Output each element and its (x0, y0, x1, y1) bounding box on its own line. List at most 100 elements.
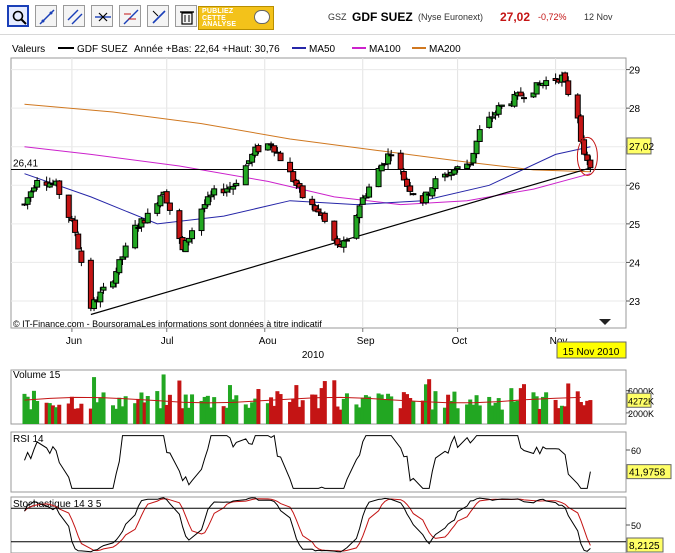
volume-bar (256, 389, 261, 424)
volume-bar (212, 397, 217, 424)
candle-down (277, 152, 284, 162)
candle-up (24, 197, 31, 205)
candle-up (454, 166, 461, 170)
hline-label: 26,41 (13, 158, 38, 169)
pencil-icon (152, 10, 166, 24)
candle-down (321, 212, 328, 222)
candle-up (495, 105, 502, 115)
candle-down (400, 170, 407, 181)
fibonacci-tool-button[interactable] (119, 5, 141, 27)
candle-down (520, 97, 527, 100)
rsi-panel-frame (10, 431, 627, 493)
last-price-box-label: 27,02 (629, 142, 654, 153)
channel-tool-button[interactable] (63, 5, 85, 27)
y-tick-label: 25 (629, 220, 641, 231)
candle-down (271, 145, 278, 153)
candle-up (476, 129, 483, 142)
candle-down (166, 202, 173, 211)
volume-bar (521, 384, 526, 424)
horizontal-line-icon (95, 12, 111, 22)
volume-bar (588, 400, 593, 424)
candle-up (388, 154, 395, 157)
fibonacci-icon (123, 9, 139, 25)
volume-tick-label: 2000K (628, 409, 654, 419)
candle-up (473, 140, 480, 155)
legend-ma50: MA50 (309, 44, 336, 55)
candle-up (486, 116, 493, 128)
candle-up (467, 163, 474, 166)
line-tool-button[interactable] (35, 5, 57, 27)
candle-up (410, 193, 417, 196)
volume-bar (190, 394, 195, 424)
candle-down (75, 233, 82, 250)
x-tick-label: Aou (259, 336, 277, 347)
volume-bar (300, 400, 305, 424)
x-tick-label: Jul (161, 336, 174, 347)
last-price: 27,02 (500, 10, 531, 24)
candle-down (176, 210, 183, 240)
volume-bar (322, 381, 327, 424)
candle-down (331, 220, 338, 241)
year-label: 2010 (302, 350, 325, 361)
horizontal-line-tool-button[interactable] (91, 5, 113, 27)
candle-down (78, 250, 85, 263)
candle-down (584, 154, 591, 161)
candle-up (511, 93, 518, 107)
candle-down (581, 139, 588, 155)
market-name: (Nyse Euronext) (418, 12, 484, 22)
candle-down (587, 159, 594, 169)
x-tick-label: Oct (452, 336, 468, 347)
volume-last-label: 4272K (628, 396, 654, 406)
candle-up (211, 188, 218, 196)
channel-icon (67, 9, 83, 25)
ticker-code: GSZ (328, 12, 347, 22)
candle-down (299, 185, 306, 199)
volume-bar (544, 392, 549, 424)
stock-name: GDF SUEZ (352, 10, 413, 24)
candle-down (65, 194, 72, 218)
zoom-tool-button[interactable] (7, 5, 29, 27)
volume-bar (477, 405, 482, 424)
rsi-tick-label: 60 (631, 446, 641, 456)
zoom-icon (12, 10, 27, 25)
volume-bar (455, 408, 460, 424)
candle-down (309, 198, 316, 206)
volume-bar (367, 396, 372, 424)
candle-up (451, 169, 458, 175)
volume-bar (566, 383, 571, 424)
candle-down (268, 143, 275, 146)
volume-title: Volume 15 (13, 370, 61, 381)
candle-down (315, 208, 322, 213)
candle-up (489, 116, 496, 119)
trash-tool-button[interactable] (175, 5, 197, 27)
copyright-text: © IT-Finance.com - BoursoramaLes informa… (13, 319, 322, 329)
candle-up (233, 182, 240, 187)
legend-ma100: MA100 (369, 44, 401, 55)
banner-text: PUBLIEZ CETTE ANALYSE (202, 8, 237, 28)
stock-chart[interactable]: 23242526272829ValeursGDF SUEZAnnée +Bas:… (0, 36, 675, 553)
candle-up (144, 212, 151, 224)
legend-range: Année +Bas: 22,64 +Haut: 30,76 (134, 44, 280, 55)
y-tick-label: 28 (629, 104, 641, 115)
candle-up (157, 195, 164, 207)
legend-valeurs: Valeurs (12, 44, 45, 55)
legend-series-name: GDF SUEZ (77, 44, 128, 55)
stochastic-panel-frame (10, 496, 627, 553)
volume-bar (123, 396, 128, 424)
candle-up (356, 205, 363, 219)
pencil-tool-button[interactable] (147, 5, 169, 27)
volume-bar (57, 404, 62, 424)
candle-up (34, 179, 41, 188)
candle-down (577, 115, 584, 142)
candle-up (204, 196, 211, 206)
candle-up (230, 185, 237, 190)
volume-bar (234, 395, 239, 424)
candle-up (470, 152, 477, 164)
candle-up (30, 187, 37, 192)
publish-analysis-banner[interactable]: PUBLIEZ CETTE ANALYSE (198, 6, 274, 30)
volume-bar (433, 391, 438, 424)
speech-bubble-icon (254, 10, 270, 24)
candle-down (287, 161, 294, 173)
candle-up (242, 165, 249, 186)
candle-up (378, 164, 385, 172)
